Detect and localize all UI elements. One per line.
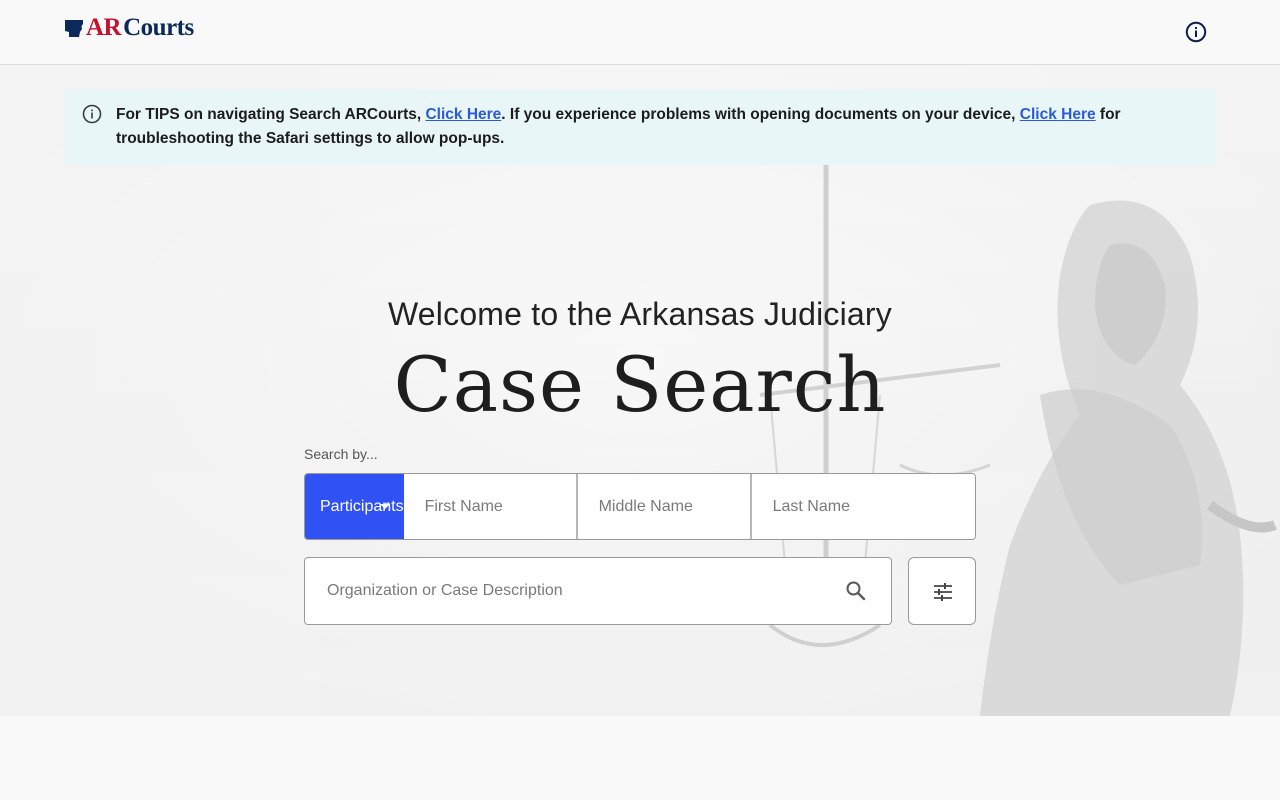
case-description-input[interactable] xyxy=(305,558,825,624)
search-type-value: Participants xyxy=(320,497,404,515)
page-title: Case Search xyxy=(393,340,887,429)
description-search-box xyxy=(304,557,892,625)
banner-text-middle: . If you experience problems with openin… xyxy=(501,106,1020,123)
search-type-dropdown[interactable]: Participants xyxy=(305,474,404,539)
caret-down-icon xyxy=(379,504,390,509)
arkansas-state-icon xyxy=(65,20,83,37)
banner-text-before: For TIPS on navigating Search ARCourts, xyxy=(116,106,426,123)
tune-filter-icon xyxy=(934,583,952,601)
first-name-input[interactable] xyxy=(403,474,576,539)
safari-troubleshoot-link[interactable]: Click Here xyxy=(1020,106,1096,123)
logo-courts-text: Courts xyxy=(123,14,194,41)
info-circle-icon[interactable] xyxy=(1185,21,1207,43)
participant-search-row: Participants xyxy=(304,473,976,540)
info-circle-icon xyxy=(82,104,102,124)
last-name-input[interactable] xyxy=(749,474,975,539)
advanced-filter-button[interactable] xyxy=(908,557,976,625)
tips-link[interactable]: Click Here xyxy=(425,106,501,123)
search-icon[interactable] xyxy=(845,580,867,602)
arcourts-logo[interactable]: AR Courts xyxy=(64,14,194,42)
tips-banner: For TIPS on navigating Search ARCourts, … xyxy=(64,89,1216,165)
middle-name-input[interactable] xyxy=(575,474,750,539)
logo-ar-text: AR xyxy=(86,14,122,41)
welcome-heading: Welcome to the Arkansas Judiciary xyxy=(387,296,892,332)
banner-message: For TIPS on navigating Search ARCourts, … xyxy=(116,103,1196,151)
search-by-label: Search by... xyxy=(304,446,378,462)
top-header: AR Courts xyxy=(0,0,1280,65)
